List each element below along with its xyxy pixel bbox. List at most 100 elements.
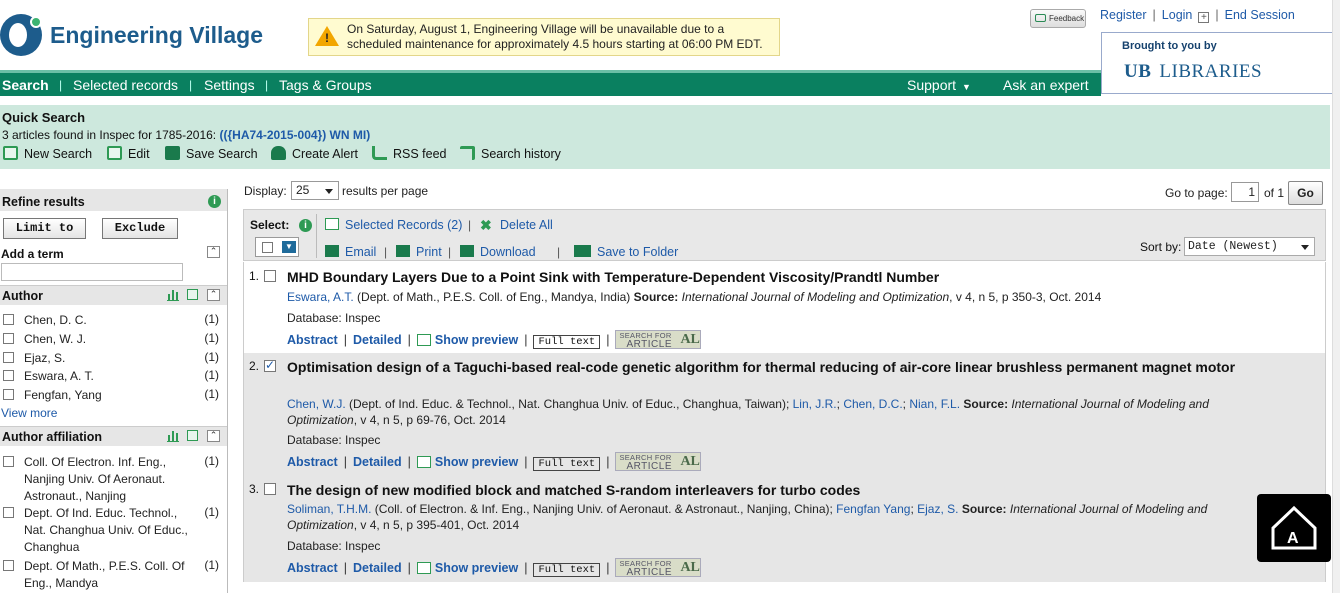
- result-checkbox[interactable]: [264, 483, 276, 495]
- edit-search-button[interactable]: Edit: [107, 146, 150, 161]
- result-title[interactable]: The design of new modified block and mat…: [287, 482, 1267, 498]
- sort-select[interactable]: Date (Newest): [1184, 237, 1315, 256]
- download-label: Download: [480, 245, 536, 259]
- new-search-button[interactable]: New Search: [3, 146, 92, 161]
- show-preview-link[interactable]: Show preview: [416, 561, 518, 575]
- author-link[interactable]: Soliman, T.H.M.: [287, 502, 371, 516]
- accessibility-widget[interactable]: A: [1257, 494, 1331, 562]
- email-icon: [325, 245, 339, 257]
- full-text-button[interactable]: Full text: [533, 563, 601, 577]
- results-per-page-select[interactable]: 25: [291, 181, 339, 200]
- detailed-link[interactable]: Detailed: [353, 333, 402, 347]
- export-icon[interactable]: [187, 289, 198, 300]
- result-checkbox-checked[interactable]: [264, 358, 276, 372]
- save-search-label: Save Search: [186, 147, 258, 161]
- select-info-icon[interactable]: i: [299, 219, 312, 232]
- detailed-link[interactable]: Detailed: [353, 561, 402, 575]
- logo-text: Engineering Village: [50, 22, 264, 48]
- search-for-article-button[interactable]: SEARCH FOR ARTICLE AL: [615, 330, 702, 350]
- feedback-button[interactable]: Feedback: [1030, 9, 1086, 28]
- nav-tags-groups[interactable]: Tags & Groups: [279, 73, 372, 97]
- show-preview-link[interactable]: Show preview: [416, 455, 518, 469]
- facet-checkbox[interactable]: [3, 507, 14, 518]
- author-link[interactable]: Chen, W.J.: [287, 397, 346, 411]
- author-link[interactable]: Lin, J.R.: [793, 397, 837, 411]
- download-button[interactable]: Download: [460, 245, 536, 259]
- sfa-mark: AL: [680, 560, 700, 575]
- author-link[interactable]: Nian, F.L.: [909, 397, 960, 411]
- register-link[interactable]: Register: [1100, 8, 1147, 22]
- collapse-icon[interactable]: ⌃: [207, 246, 220, 258]
- login-link[interactable]: Login: [1162, 8, 1193, 22]
- bar-chart-icon[interactable]: [167, 431, 179, 442]
- collapse-affiliation-icon[interactable]: ⌃: [207, 430, 220, 442]
- full-text-button[interactable]: Full text: [533, 457, 601, 471]
- affiliation-text: (Dept. of Math., P.E.S. Coll. of Eng., M…: [353, 290, 634, 304]
- facet-checkbox[interactable]: [3, 352, 14, 363]
- ub-libraries-logo[interactable]: UB LIBRARIES: [1124, 61, 1262, 83]
- nav-selected-records[interactable]: Selected records: [73, 73, 178, 97]
- abstract-link[interactable]: Abstract: [287, 333, 338, 347]
- main-nav: Search | Selected records | Settings | T…: [0, 70, 1101, 96]
- author-link[interactable]: Fengfan Yang: [836, 502, 910, 516]
- create-alert-button[interactable]: Create Alert: [271, 146, 358, 161]
- bar-chart-icon[interactable]: [167, 290, 179, 301]
- facet-checkbox[interactable]: [3, 370, 14, 381]
- collapse-author-icon[interactable]: ⌃: [207, 289, 220, 301]
- author-link[interactable]: Chen, D.C.: [843, 397, 902, 411]
- rss-feed-button[interactable]: RSS feed: [372, 146, 447, 161]
- result-title[interactable]: MHD Boundary Layers Due to a Point Sink …: [287, 269, 1267, 285]
- database-label: Database: Inspec: [287, 539, 381, 553]
- pagination: Go to page: 1 of 1: [1165, 182, 1284, 202]
- result-number: 2.: [249, 359, 260, 373]
- facet-checkbox[interactable]: [3, 333, 14, 344]
- view-more-link[interactable]: View more: [1, 406, 57, 420]
- abstract-link[interactable]: Abstract: [287, 561, 338, 575]
- query-text: (({HA74-2015-004}) WN MI): [219, 128, 371, 142]
- engineering-village-logo[interactable]: Engineering Village: [0, 14, 270, 58]
- select-all-checkbox[interactable]: [262, 242, 273, 253]
- facet-checkbox[interactable]: [3, 389, 14, 400]
- author-link[interactable]: Eswara, A.T.: [287, 290, 354, 304]
- facet-count: (1): [204, 505, 219, 519]
- facet-checkbox[interactable]: [3, 314, 14, 325]
- nav-search[interactable]: Search: [2, 73, 49, 97]
- search-history-button[interactable]: Search history: [460, 146, 561, 161]
- abstract-link[interactable]: Abstract: [287, 455, 338, 469]
- go-button[interactable]: Go: [1288, 181, 1323, 205]
- save-search-button[interactable]: Save Search: [165, 146, 258, 161]
- export-icon[interactable]: [187, 430, 198, 441]
- selected-records-button[interactable]: Selected Records (2): [325, 218, 462, 232]
- search-for-article-button[interactable]: SEARCH FOR ARTICLE AL: [615, 452, 702, 472]
- result-title[interactable]: Optimisation design of a Taguchi-based r…: [287, 359, 1247, 375]
- facet-checkbox[interactable]: [3, 456, 14, 467]
- page-scrollbar[interactable]: [1332, 0, 1340, 593]
- nav-ask-expert[interactable]: Ask an expert: [1003, 73, 1089, 97]
- exclude-button[interactable]: Exclude: [102, 218, 178, 239]
- result-checkbox[interactable]: [264, 270, 276, 282]
- end-session-link[interactable]: End Session: [1225, 8, 1295, 22]
- detailed-link[interactable]: Detailed: [353, 455, 402, 469]
- nav-support[interactable]: Support ▼: [907, 73, 971, 99]
- select-dropdown[interactable]: ▼: [255, 237, 299, 257]
- search-for-article-button[interactable]: SEARCH FOR ARTICLE AL: [615, 558, 702, 578]
- edit-icon: [107, 146, 122, 160]
- display-label: Display:: [244, 184, 287, 198]
- info-icon[interactable]: i: [208, 195, 221, 208]
- add-term-input[interactable]: [1, 263, 183, 281]
- author-link[interactable]: Ejaz, S.: [917, 502, 958, 516]
- print-button[interactable]: Print: [396, 245, 442, 259]
- citation-details: , v 4, n 5, p 350-3, Oct. 2014: [949, 290, 1102, 304]
- expand-login-icon[interactable]: +: [1198, 12, 1210, 23]
- limit-to-button[interactable]: Limit to: [3, 218, 86, 239]
- sort-label: Sort by:: [1140, 240, 1182, 254]
- show-preview-link[interactable]: Show preview: [416, 333, 518, 347]
- email-button[interactable]: Email: [325, 245, 376, 259]
- save-to-folder-button[interactable]: Save to Folder: [574, 245, 678, 259]
- delete-all-button[interactable]: ✖ Delete All: [480, 218, 553, 232]
- full-text-button[interactable]: Full text: [533, 335, 601, 349]
- page-number-input[interactable]: 1: [1231, 182, 1259, 202]
- refine-sidebar: Refine results i Limit to Exclude Add a …: [0, 189, 228, 593]
- nav-settings[interactable]: Settings: [204, 73, 255, 97]
- facet-checkbox[interactable]: [3, 560, 14, 571]
